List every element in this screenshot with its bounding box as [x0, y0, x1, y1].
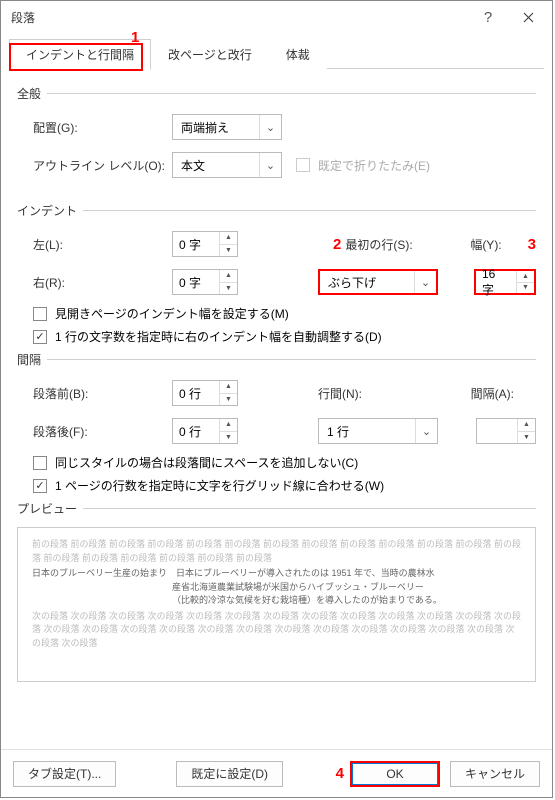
dialog-content: 全般 配置(G): 両端揃え ⌄ アウトライン レベル(O): 本文 ⌄ 既定で… — [1, 69, 552, 682]
group-preview: プレビュー — [17, 500, 536, 517]
alignment-select[interactable]: 両端揃え ⌄ — [172, 114, 282, 140]
annotation-4: 4 — [336, 765, 344, 782]
chevron-down-icon: ⌄ — [259, 115, 281, 139]
chevron-down-icon: ⌄ — [259, 153, 281, 177]
indent-right-spinner[interactable]: 0 字 ▲▼ — [172, 269, 238, 295]
annotation-2: 2 — [333, 236, 341, 253]
linespacing-select[interactable]: 1 行 ⌄ — [318, 418, 438, 444]
spin-up-icon[interactable]: ▲ — [220, 381, 237, 394]
help-button[interactable]: ? — [468, 2, 508, 32]
firstline-label: 最初の行(S): — [345, 236, 412, 253]
tab-strip: インデントと行間隔 改ページと改行 体裁 — [1, 37, 552, 69]
spin-up-icon[interactable]: ▲ — [220, 419, 237, 432]
tabstop-button[interactable]: タブ設定(T)... — [13, 761, 116, 787]
close-icon — [523, 12, 534, 23]
spin-down-icon[interactable]: ▼ — [220, 283, 237, 295]
tab-indent-spacing[interactable]: インデントと行間隔 — [9, 39, 151, 70]
gap-label: 間隔(A): — [471, 385, 514, 402]
spin-up-icon[interactable]: ▲ — [518, 419, 535, 432]
spin-down-icon[interactable]: ▼ — [517, 283, 534, 294]
grid-checkbox[interactable]: ✓ — [33, 479, 47, 493]
gap-spinner[interactable]: ▲▼ — [476, 418, 536, 444]
annotation-1: 1 — [131, 29, 139, 46]
width-spinner[interactable]: 16 字 ▲▼ — [474, 269, 536, 295]
linespacing-label: 行間(N): — [318, 385, 362, 402]
after-label: 段落後(F): — [17, 423, 172, 440]
spin-down-icon[interactable]: ▼ — [518, 432, 535, 444]
group-indent: インデント — [17, 202, 536, 219]
spin-up-icon[interactable]: ▲ — [220, 232, 237, 245]
collapse-checkbox[interactable] — [296, 158, 310, 172]
close-button[interactable] — [508, 2, 548, 32]
spin-down-icon[interactable]: ▼ — [220, 245, 237, 257]
mirror-checkbox[interactable] — [33, 307, 47, 321]
chevron-down-icon: ⌄ — [414, 271, 436, 293]
nospace-checkbox[interactable] — [33, 456, 47, 470]
tab-asian-style[interactable]: 体裁 — [269, 39, 327, 69]
autoindent-checkbox[interactable]: ✓ — [33, 330, 47, 344]
group-general: 全般 — [17, 85, 536, 102]
alignment-label: 配置(G): — [17, 119, 172, 136]
indent-left-spinner[interactable]: 0 字 ▲▼ — [172, 231, 238, 257]
setdefault-button[interactable]: 既定に設定(D) — [176, 761, 283, 787]
cancel-button[interactable]: キャンセル — [450, 761, 540, 787]
annotation-3: 3 — [528, 236, 536, 253]
collapse-label: 既定で折りたたみ(E) — [318, 157, 430, 174]
spin-up-icon[interactable]: ▲ — [517, 271, 534, 283]
spin-down-icon[interactable]: ▼ — [220, 394, 237, 406]
chevron-down-icon: ⌄ — [415, 419, 437, 443]
group-spacing: 間隔 — [17, 351, 536, 368]
firstline-select[interactable]: ぶら下げ ⌄ — [318, 269, 438, 295]
after-spinner[interactable]: 0 行 ▲▼ — [172, 418, 238, 444]
mirror-label: 見開きページのインデント幅を設定する(M) — [55, 305, 289, 322]
dialog-title: 段落 — [11, 9, 468, 26]
paragraph-dialog: 段落 ? インデントと行間隔 改ページと改行 体裁 1 全般 配置(G): 両端… — [0, 0, 553, 798]
spin-up-icon[interactable]: ▲ — [220, 270, 237, 283]
ok-button[interactable]: OK — [350, 761, 440, 787]
before-label: 段落前(B): — [17, 385, 172, 402]
preview-box: 前の段落 前の段落 前の段落 前の段落 前の段落 前の段落 前の段落 前の段落 … — [17, 527, 536, 682]
outline-label: アウトライン レベル(O): — [17, 157, 172, 174]
dialog-footer: タブ設定(T)... 既定に設定(D) 4 OK キャンセル — [1, 749, 552, 797]
titlebar: 段落 ? — [1, 1, 552, 33]
grid-label: 1 ページの行数を指定時に文字を行グリッド線に合わせる(W) — [55, 477, 384, 494]
spin-down-icon[interactable]: ▼ — [220, 432, 237, 444]
before-spinner[interactable]: 0 行 ▲▼ — [172, 380, 238, 406]
autoindent-label: 1 行の文字数を指定時に右のインデント幅を自動調整する(D) — [55, 328, 382, 345]
indent-right-label: 右(R): — [17, 274, 172, 291]
width-label: 幅(Y): — [470, 236, 501, 253]
indent-left-label: 左(L): — [17, 236, 172, 253]
nospace-label: 同じスタイルの場合は段落間にスペースを追加しない(C) — [55, 454, 358, 471]
outline-select[interactable]: 本文 ⌄ — [172, 152, 282, 178]
tab-page-break[interactable]: 改ページと改行 — [151, 39, 269, 69]
